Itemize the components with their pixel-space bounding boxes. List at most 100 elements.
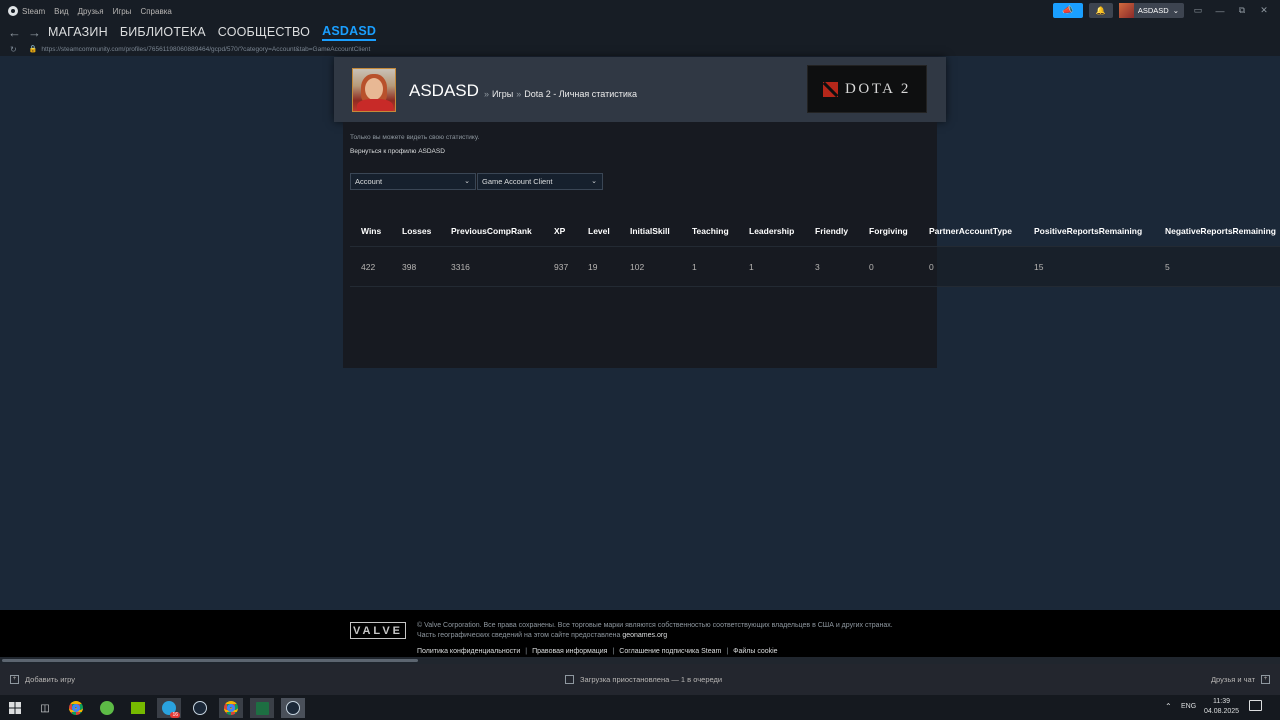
horizontal-scrollbar[interactable] xyxy=(0,657,1280,664)
column-header: Teaching xyxy=(692,226,729,236)
cookies-link[interactable]: Файлы cookie xyxy=(733,648,777,655)
column-header: Level xyxy=(588,226,610,236)
taskbar-nvidia[interactable] xyxy=(126,698,150,718)
tab-select-value: Game Account Client xyxy=(482,177,553,186)
url-bar: ↻ 🔒 https://steamcommunity.com/profiles/… xyxy=(0,42,1280,56)
category-select-value: Account xyxy=(355,177,383,186)
taskbar-telegram[interactable]: 16 xyxy=(157,698,181,718)
tab-library[interactable]: БИБЛИОТЕКА xyxy=(120,25,206,39)
lock-icon: 🔒 xyxy=(28,46,38,53)
table-cell: 937 xyxy=(554,262,569,272)
add-game-button[interactable]: + Добавить игру xyxy=(10,675,75,684)
geo-credit: Часть географических сведений на этом са… xyxy=(417,631,621,639)
tab-store[interactable]: МАГАЗИН xyxy=(48,25,108,39)
minimize-button[interactable]: — xyxy=(1212,3,1228,18)
link-divider: | xyxy=(525,648,528,655)
table-cell: 0 xyxy=(929,262,934,272)
table-cell: 19 xyxy=(588,262,598,272)
telegram-badge: 16 xyxy=(170,712,180,718)
downloads-label: Загрузка приостановлена — 1 в очереди xyxy=(580,675,723,684)
geonames-link[interactable]: geonames.org xyxy=(622,632,667,639)
avatar[interactable] xyxy=(352,68,396,112)
steam-icon xyxy=(193,701,207,715)
breadcrumb: » Игры» Dota 2 - Личная статистика xyxy=(481,89,637,99)
back-arrow-icon[interactable]: ← xyxy=(8,25,28,40)
navigation-bar: ← → МАГАЗИН БИБЛИОТЕКА СООБЩЕСТВО ASDASD xyxy=(0,22,1280,42)
friends-chat-button[interactable]: Друзья и чат + xyxy=(1211,675,1270,684)
system-clock[interactable]: 11:39 04.08.2025 xyxy=(1204,697,1239,717)
chrome-icon xyxy=(69,701,83,715)
column-header: Forgiving xyxy=(869,226,908,236)
table-cell: 1 xyxy=(692,262,697,272)
dota-logo-icon xyxy=(823,81,839,97)
notification-center-icon[interactable] xyxy=(1249,700,1262,711)
scrollbar-thumb[interactable] xyxy=(2,659,418,662)
close-button[interactable]: ✕ xyxy=(1256,3,1272,18)
table-row: 422 398 3316 937 19 102 1 1 3 0 0 15 5 xyxy=(350,246,1280,287)
legal-link[interactable]: Правовая информация xyxy=(532,648,607,655)
menu-view[interactable]: Вид xyxy=(54,7,68,16)
category-select[interactable]: Account ⌄ xyxy=(350,173,476,190)
tab-profile[interactable]: ASDASD xyxy=(322,24,377,41)
menu-help[interactable]: Справка xyxy=(140,7,171,16)
persona-name[interactable]: ASDASD xyxy=(409,81,479,101)
breadcrumb-page: Dota 2 - Личная статистика xyxy=(524,89,638,99)
column-header: InitialSkill xyxy=(630,226,670,236)
subscriber-agreement-link[interactable]: Соглашение подписчика Steam xyxy=(619,648,721,655)
monitor-icon: ▭ xyxy=(1193,5,1203,15)
taskbar-utorrent[interactable] xyxy=(95,698,119,718)
taskbar-excel[interactable] xyxy=(250,698,274,718)
breadcrumb-separator: » xyxy=(516,89,522,99)
downloads-status[interactable]: Загрузка приостановлена — 1 в очереди xyxy=(565,675,722,684)
client-menu-bar: Steam Вид Друзья Игры Справка 📣 🔔 ASDASD… xyxy=(0,0,1280,22)
task-view-button[interactable]: ◫ xyxy=(33,698,57,718)
breadcrumb-games[interactable]: Игры xyxy=(492,89,513,99)
back-to-profile-link[interactable]: Вернуться к профилю ASDASD xyxy=(350,148,445,155)
taskbar-steam-active[interactable] xyxy=(281,698,305,718)
tab-community[interactable]: СООБЩЕСТВО xyxy=(218,25,310,39)
table-cell: 3 xyxy=(815,262,820,272)
big-picture-button[interactable]: ▭ xyxy=(1190,3,1206,18)
column-header: PositiveReportsRemaining xyxy=(1034,226,1143,236)
url-text[interactable]: https://steamcommunity.com/profiles/7656… xyxy=(41,46,370,53)
page-footer: VALVE © Valve Corporation. Все права сох… xyxy=(0,610,1280,657)
restore-button[interactable]: ⧉ xyxy=(1234,3,1250,18)
valve-logo[interactable]: VALVE xyxy=(350,622,406,639)
game-logo[interactable]: DOTA 2 xyxy=(807,65,927,113)
link-divider: | xyxy=(726,648,729,655)
menu-friends[interactable]: Друзья xyxy=(78,7,104,16)
chrome-icon xyxy=(224,701,238,715)
input-language[interactable]: ENG xyxy=(1181,703,1196,710)
megaphone-icon: 📣 xyxy=(1062,5,1074,15)
menu-steam[interactable]: Steam xyxy=(22,7,45,16)
forward-arrow-icon[interactable]: → xyxy=(28,25,48,40)
table-cell: 3316 xyxy=(451,262,470,272)
table-cell: 15 xyxy=(1034,262,1044,272)
announcements-button[interactable]: 📣 xyxy=(1052,3,1083,18)
taskbar-chrome-2[interactable] xyxy=(219,698,243,718)
account-menu[interactable]: ASDASD ⌄ xyxy=(1118,3,1184,18)
taskbar-chrome[interactable] xyxy=(64,698,88,718)
minimize-icon: — xyxy=(1215,5,1225,16)
privacy-policy-link[interactable]: Политика конфиденциальности xyxy=(417,648,520,655)
download-icon xyxy=(565,675,574,684)
chevron-down-icon: ⌄ xyxy=(1172,6,1179,15)
link-divider: | xyxy=(612,648,615,655)
steam-icon xyxy=(286,701,300,715)
start-button[interactable] xyxy=(3,698,27,718)
column-header: Losses xyxy=(402,226,432,236)
tab-select[interactable]: Game Account Client ⌄ xyxy=(477,173,603,190)
taskbar-steam[interactable] xyxy=(188,698,212,718)
utorrent-icon xyxy=(100,701,114,715)
menu-games[interactable]: Игры xyxy=(113,7,132,16)
client-status-bar: + Добавить игру Загрузка приостановлена … xyxy=(0,664,1280,695)
column-header: Wins xyxy=(361,226,382,236)
reload-icon[interactable]: ↻ xyxy=(10,45,17,54)
clock-date: 04.08.2025 xyxy=(1204,708,1240,715)
table-cell: 398 xyxy=(402,262,417,272)
notifications-button[interactable]: 🔔 xyxy=(1088,3,1113,18)
chevron-up-icon[interactable]: ⌃ xyxy=(1165,702,1172,711)
copyright-line: © Valve Corporation. Все права сохранены… xyxy=(417,622,893,629)
breadcrumb-separator: » xyxy=(484,89,490,99)
windows-icon xyxy=(9,702,21,714)
